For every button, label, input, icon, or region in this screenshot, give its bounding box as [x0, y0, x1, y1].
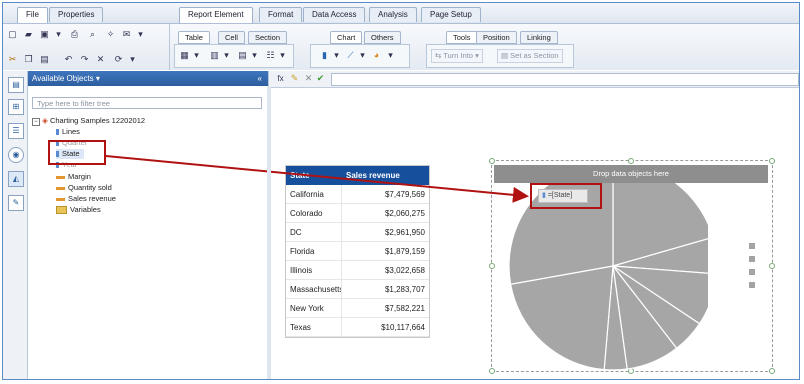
arrow-line	[105, 155, 529, 203]
panel-splitter[interactable]	[267, 87, 271, 379]
drag-arrow	[105, 155, 529, 203]
app-window: File Properties Report Element Format Da…	[2, 2, 800, 380]
